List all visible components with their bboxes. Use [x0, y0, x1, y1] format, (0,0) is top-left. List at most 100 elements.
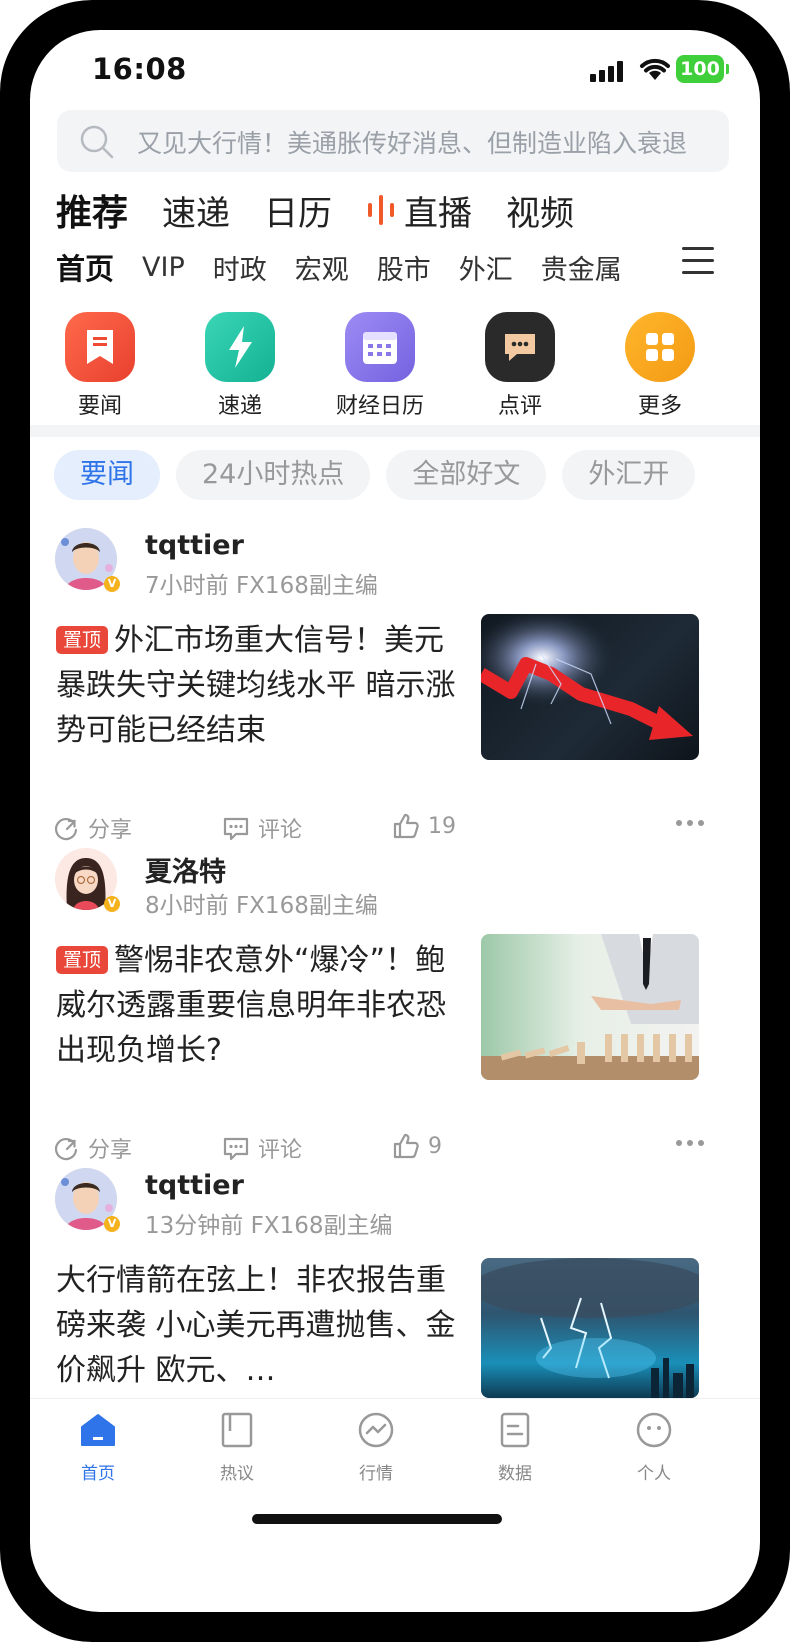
- verified-badge-icon: V: [104, 1216, 120, 1232]
- status-time: 16:08: [92, 52, 187, 86]
- quick-link-label: 财经日历: [335, 394, 424, 419]
- like-button[interactable]: 19: [392, 812, 456, 840]
- comment-button[interactable]: 评论: [222, 1132, 302, 1164]
- thumbs-up-icon: [393, 813, 419, 839]
- subtab-vip[interactable]: VIP: [142, 252, 185, 283]
- profile-smiley-icon: [635, 1411, 673, 1449]
- phone-frame: 16:08 100 又见大行情！美通胀传好消息、但制造业陷入衰退 推荐 速递 日…: [0, 0, 790, 1642]
- post-author[interactable]: tqttier: [145, 530, 244, 561]
- tab-live[interactable]: 直播: [366, 186, 472, 235]
- tab-live-label: 直播: [404, 193, 473, 234]
- post-thumbnail[interactable]: [481, 1258, 699, 1398]
- comment-label: 评论: [258, 1138, 303, 1163]
- post-author[interactable]: tqttier: [145, 1170, 244, 1201]
- quick-links: 要闻 速递 财经日历 点评 更多: [30, 312, 760, 422]
- chip-all-articles[interactable]: 全部好文: [386, 450, 547, 500]
- like-count: 19: [428, 813, 456, 839]
- lightning-icon: [205, 312, 275, 382]
- post-title[interactable]: 大行情箭在弦上！非农报告重磅来袭 小心美元再遭抛售、金价飙升 欧元、…: [56, 1258, 456, 1393]
- quick-link-review[interactable]: 点评: [460, 312, 580, 420]
- screen: 16:08 100 又见大行情！美通胀传好消息、但制造业陷入衰退 推荐 速递 日…: [30, 30, 760, 1612]
- comment-button[interactable]: 评论: [222, 812, 302, 844]
- quick-link-more[interactable]: 更多: [600, 312, 720, 420]
- thumbs-up-icon: [393, 1133, 419, 1159]
- chip-24h-hot[interactable]: 24小时热点: [176, 450, 371, 500]
- like-button[interactable]: 9: [392, 1132, 442, 1160]
- bottom-nav: 首页 热议 行情 数据 个人: [30, 1398, 760, 1499]
- nav-home[interactable]: 首页: [48, 1411, 148, 1484]
- market-chart-icon: [357, 1411, 395, 1449]
- live-audio-icon: [366, 195, 396, 225]
- nav-discuss-label: 热议: [220, 1464, 254, 1484]
- nav-discuss[interactable]: 热议: [187, 1411, 287, 1484]
- more-options-icon[interactable]: [676, 818, 706, 828]
- post-meta: 13分钟前 FX168副主编: [145, 1213, 393, 1239]
- pinned-badge: 置顶: [56, 946, 109, 974]
- calendar-icon: [345, 312, 415, 382]
- status-bar: 16:08 100: [30, 30, 760, 112]
- post-title-text: 大行情箭在弦上！非农报告重磅来袭 小心美元再遭抛售、金价飙升 欧元、…: [56, 1263, 456, 1388]
- post-title-text: 外汇市场重大信号！美元暴跌失守关键均线水平 暗示涨势可能已经结束: [56, 623, 456, 748]
- nav-profile-label: 个人: [637, 1464, 671, 1484]
- tab-express[interactable]: 速递: [162, 186, 230, 235]
- top-tabs: 推荐 速递 日历 直播 视频: [56, 180, 608, 240]
- post-title[interactable]: 置顶 警惕非农意外“爆冷”！鲍威尔透露重要信息明年非农恐出现负增长?: [56, 938, 456, 1073]
- subtab-home[interactable]: 首页: [56, 246, 114, 288]
- share-icon: [54, 817, 78, 841]
- quick-link-label: 速递: [217, 394, 262, 419]
- share-icon: [54, 1137, 78, 1161]
- subtab-metals[interactable]: 贵金属: [541, 248, 622, 287]
- quick-link-calendar[interactable]: 财经日历: [320, 312, 440, 420]
- subtab-macro[interactable]: 宏观: [295, 248, 349, 287]
- search-bar[interactable]: 又见大行情！美通胀传好消息、但制造业陷入衰退: [57, 110, 729, 172]
- tab-video[interactable]: 视频: [506, 186, 574, 235]
- tab-recommend[interactable]: 推荐: [56, 184, 128, 236]
- cellular-signal-icon: [590, 60, 626, 82]
- nav-home-label: 首页: [81, 1464, 115, 1484]
- quick-link-news[interactable]: 要闻: [40, 312, 160, 420]
- chip-forex[interactable]: 外汇开: [562, 450, 696, 500]
- post-actions: 分享 评论 19: [52, 812, 732, 848]
- post-meta: 8小时前 FX168副主编: [145, 893, 378, 919]
- grid-icon: [625, 312, 695, 382]
- document-icon: [496, 1411, 534, 1449]
- nav-market-label: 行情: [359, 1464, 393, 1484]
- share-button[interactable]: 分享: [52, 812, 132, 844]
- search-placeholder: 又见大行情！美通胀传好消息、但制造业陷入衰退: [137, 129, 688, 158]
- hamburger-menu-icon[interactable]: [682, 247, 714, 275]
- search-icon: [80, 125, 114, 159]
- like-count: 9: [428, 1133, 442, 1159]
- quick-link-label: 点评: [497, 394, 542, 419]
- post-title[interactable]: 置顶 外汇市场重大信号！美元暴跌失守关键均线水平 暗示涨势可能已经结束: [56, 618, 456, 753]
- subtab-stocks[interactable]: 股市: [377, 248, 431, 287]
- verified-badge-icon: V: [104, 896, 120, 912]
- post-thumbnail[interactable]: [481, 614, 699, 760]
- subtab-politics[interactable]: 时政: [213, 248, 267, 287]
- share-button[interactable]: 分享: [52, 1132, 132, 1164]
- more-options-icon[interactable]: [676, 1138, 706, 1148]
- post-thumbnail[interactable]: [481, 934, 699, 1080]
- comment-icon: [223, 817, 249, 841]
- comment-label: 评论: [258, 818, 303, 843]
- pinned-badge: 置顶: [56, 626, 109, 654]
- home-icon: [79, 1411, 117, 1449]
- post-author[interactable]: 夏洛特: [145, 850, 226, 889]
- nav-data-label: 数据: [498, 1464, 532, 1484]
- nav-profile[interactable]: 个人: [604, 1411, 704, 1484]
- nav-market[interactable]: 行情: [326, 1411, 426, 1484]
- chip-headlines[interactable]: 要闻: [54, 450, 160, 500]
- post-title-text: 警惕非农意外“爆冷”！鲍威尔透露重要信息明年非农恐出现负增长?: [56, 943, 446, 1068]
- post-actions: 分享 评论 9: [52, 1132, 732, 1168]
- tab-calendar[interactable]: 日历: [264, 186, 332, 235]
- battery-icon: 100: [676, 55, 729, 83]
- quick-link-label: 更多: [637, 394, 682, 419]
- verified-badge-icon: V: [104, 576, 120, 592]
- share-label: 分享: [88, 818, 133, 843]
- filter-chips: 要闻 24小时热点 全部好文 外汇开: [54, 450, 760, 502]
- quick-link-express[interactable]: 速递: [180, 312, 300, 420]
- subtab-forex[interactable]: 外汇: [459, 248, 513, 287]
- section-divider: [30, 425, 760, 437]
- nav-data[interactable]: 数据: [465, 1411, 565, 1484]
- home-indicator[interactable]: [252, 1514, 502, 1524]
- sub-tabs: 首页 VIP 时政 宏观 股市 外汇 贵金属: [56, 242, 736, 292]
